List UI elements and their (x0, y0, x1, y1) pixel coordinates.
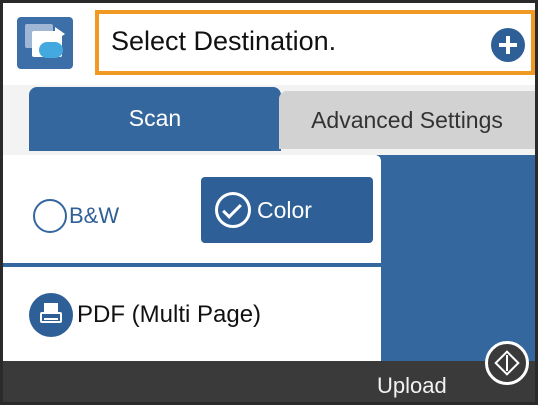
file-format-label: PDF (Multi Page) (77, 301, 262, 328)
scan-to-cloud-icon[interactable] (17, 17, 73, 69)
upload-label: Upload (377, 373, 447, 398)
bw-radio[interactable] (33, 199, 67, 233)
tab-scan[interactable]: Scan (29, 87, 281, 151)
tab-advanced-settings[interactable]: Advanced Settings (279, 91, 535, 149)
start-diamond-icon[interactable] (485, 341, 529, 385)
plus-circle-icon[interactable] (491, 28, 525, 62)
destination-field[interactable]: Select Destination. (95, 10, 535, 75)
printer-document-icon (29, 293, 73, 337)
color-label: Color (257, 197, 312, 223)
tab-bar: Scan Advanced Settings (3, 85, 535, 155)
color-mode-row: B&W Color (3, 155, 381, 263)
file-format-row[interactable]: PDF (Multi Page) (3, 267, 381, 373)
destination-text: Select Destination. (111, 26, 337, 56)
bw-label[interactable]: B&W (69, 203, 119, 229)
color-button[interactable]: Color (201, 177, 373, 243)
tab-advanced-settings-label: Advanced Settings (311, 107, 503, 133)
top-bar: Select Destination. (3, 3, 535, 85)
check-circle-icon (215, 192, 251, 228)
bottom-bar: Upload (3, 341, 535, 402)
scan-to-cloud-screen: Select Destination. Scan Advanced Settin… (0, 0, 538, 405)
settings-panel: B&W Color PDF (Multi Page) (3, 155, 535, 373)
tab-scan-label: Scan (128, 105, 182, 131)
